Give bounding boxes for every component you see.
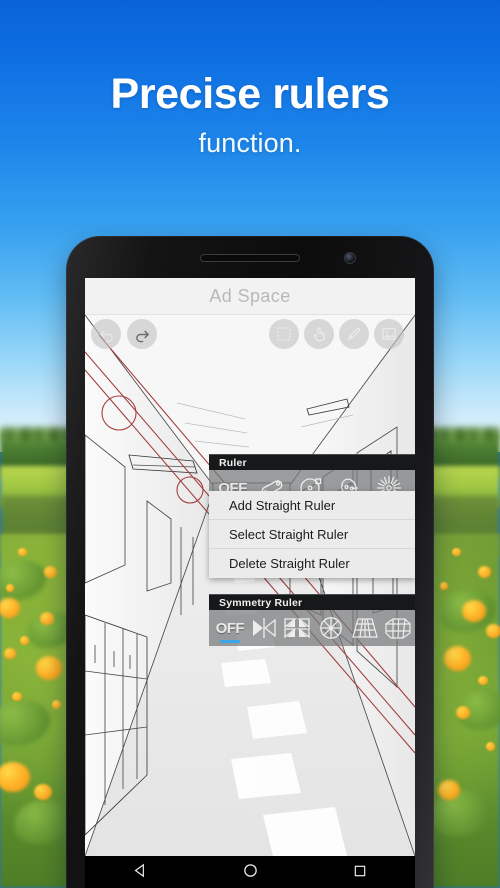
- android-recents-button[interactable]: [352, 863, 368, 884]
- symmetry-option-row: OFF: [209, 610, 415, 646]
- pencil-icon: [347, 327, 361, 341]
- flower: [18, 548, 27, 556]
- drawing-toolbar: [85, 315, 415, 353]
- flower: [52, 700, 61, 709]
- pencil-tool-button[interactable]: [339, 319, 369, 349]
- drawing-canvas[interactable]: Ruler OFF Symmetry Ruler OFF Add Straigh…: [85, 315, 415, 856]
- symmetry-off-label: OFF: [215, 619, 245, 637]
- radial-wheel-symmetry-icon: [319, 617, 342, 639]
- flower: [4, 648, 16, 659]
- hand-tool-button[interactable]: [304, 319, 334, 349]
- front-camera-icon: [344, 252, 356, 264]
- image-tool-button[interactable]: [374, 319, 404, 349]
- perspective-grid-icon: [351, 618, 378, 638]
- phone-screen: Ad Space Ruler OFF Symmetry Ruler OFF Ad…: [85, 278, 415, 856]
- flower: [34, 784, 52, 800]
- mirror-symmetry-icon: [252, 618, 276, 638]
- flower: [452, 548, 461, 556]
- box-grid-icon: [385, 618, 411, 639]
- ad-banner[interactable]: Ad Space: [85, 278, 415, 315]
- android-navigation-bar: [85, 856, 415, 888]
- symmetry-option-mirror[interactable]: [247, 610, 281, 646]
- menu-item-delete-straight-ruler[interactable]: Delete Straight Ruler: [209, 549, 415, 578]
- flower: [44, 566, 57, 578]
- flower: [36, 656, 62, 680]
- symmetry-option-radial-wheel[interactable]: [314, 610, 348, 646]
- flower: [478, 566, 491, 578]
- flower: [486, 624, 500, 638]
- quad-mirror-symmetry-icon: [284, 618, 310, 639]
- symmetry-section-title: Symmetry Ruler: [209, 594, 415, 610]
- undo-icon: [99, 329, 113, 342]
- headline-secondary: function.: [198, 128, 302, 158]
- straight-ruler-context-menu: Add Straight Ruler Select Straight Ruler…: [209, 491, 415, 578]
- square-recents-icon: [355, 865, 366, 876]
- android-back-button[interactable]: [132, 862, 149, 884]
- flower: [40, 612, 54, 625]
- redo-button[interactable]: [127, 319, 157, 349]
- speaker-grille-icon: [200, 254, 300, 262]
- flower: [486, 742, 495, 751]
- symmetry-option-off[interactable]: OFF: [213, 610, 247, 646]
- flower: [438, 780, 460, 800]
- flower: [456, 706, 470, 719]
- phone-mockup: Ad Space Ruler OFF Symmetry Ruler OFF Ad…: [66, 236, 434, 888]
- menu-item-add-straight-ruler[interactable]: Add Straight Ruler: [209, 491, 415, 520]
- flower: [12, 692, 22, 701]
- symmetry-option-quad-mirror[interactable]: [280, 610, 314, 646]
- undo-button[interactable]: [91, 319, 121, 349]
- symmetry-option-box-grid[interactable]: [381, 610, 415, 646]
- hand-tap-icon: [313, 327, 325, 342]
- symmetry-option-perspective-grid[interactable]: [348, 610, 382, 646]
- flower: [440, 582, 448, 590]
- triangle-back-icon: [134, 863, 144, 878]
- dashed-selection-icon: [277, 327, 291, 341]
- flower: [444, 646, 471, 671]
- flower: [478, 676, 488, 685]
- redo-icon: [135, 329, 149, 342]
- menu-item-select-straight-ruler[interactable]: Select Straight Ruler: [209, 520, 415, 549]
- flower: [462, 600, 486, 622]
- selection-tool-button[interactable]: [269, 319, 299, 349]
- android-home-button[interactable]: [242, 862, 259, 884]
- circle-home-icon: [244, 864, 257, 877]
- image-icon: [382, 328, 396, 340]
- headline-primary: Precise rulers: [110, 70, 390, 118]
- ad-banner-label: Ad Space: [209, 285, 291, 306]
- flower: [20, 636, 29, 645]
- ruler-section-title: Ruler: [209, 454, 415, 470]
- promo-headline: Precise rulers function.: [0, 0, 500, 159]
- flower: [6, 584, 14, 592]
